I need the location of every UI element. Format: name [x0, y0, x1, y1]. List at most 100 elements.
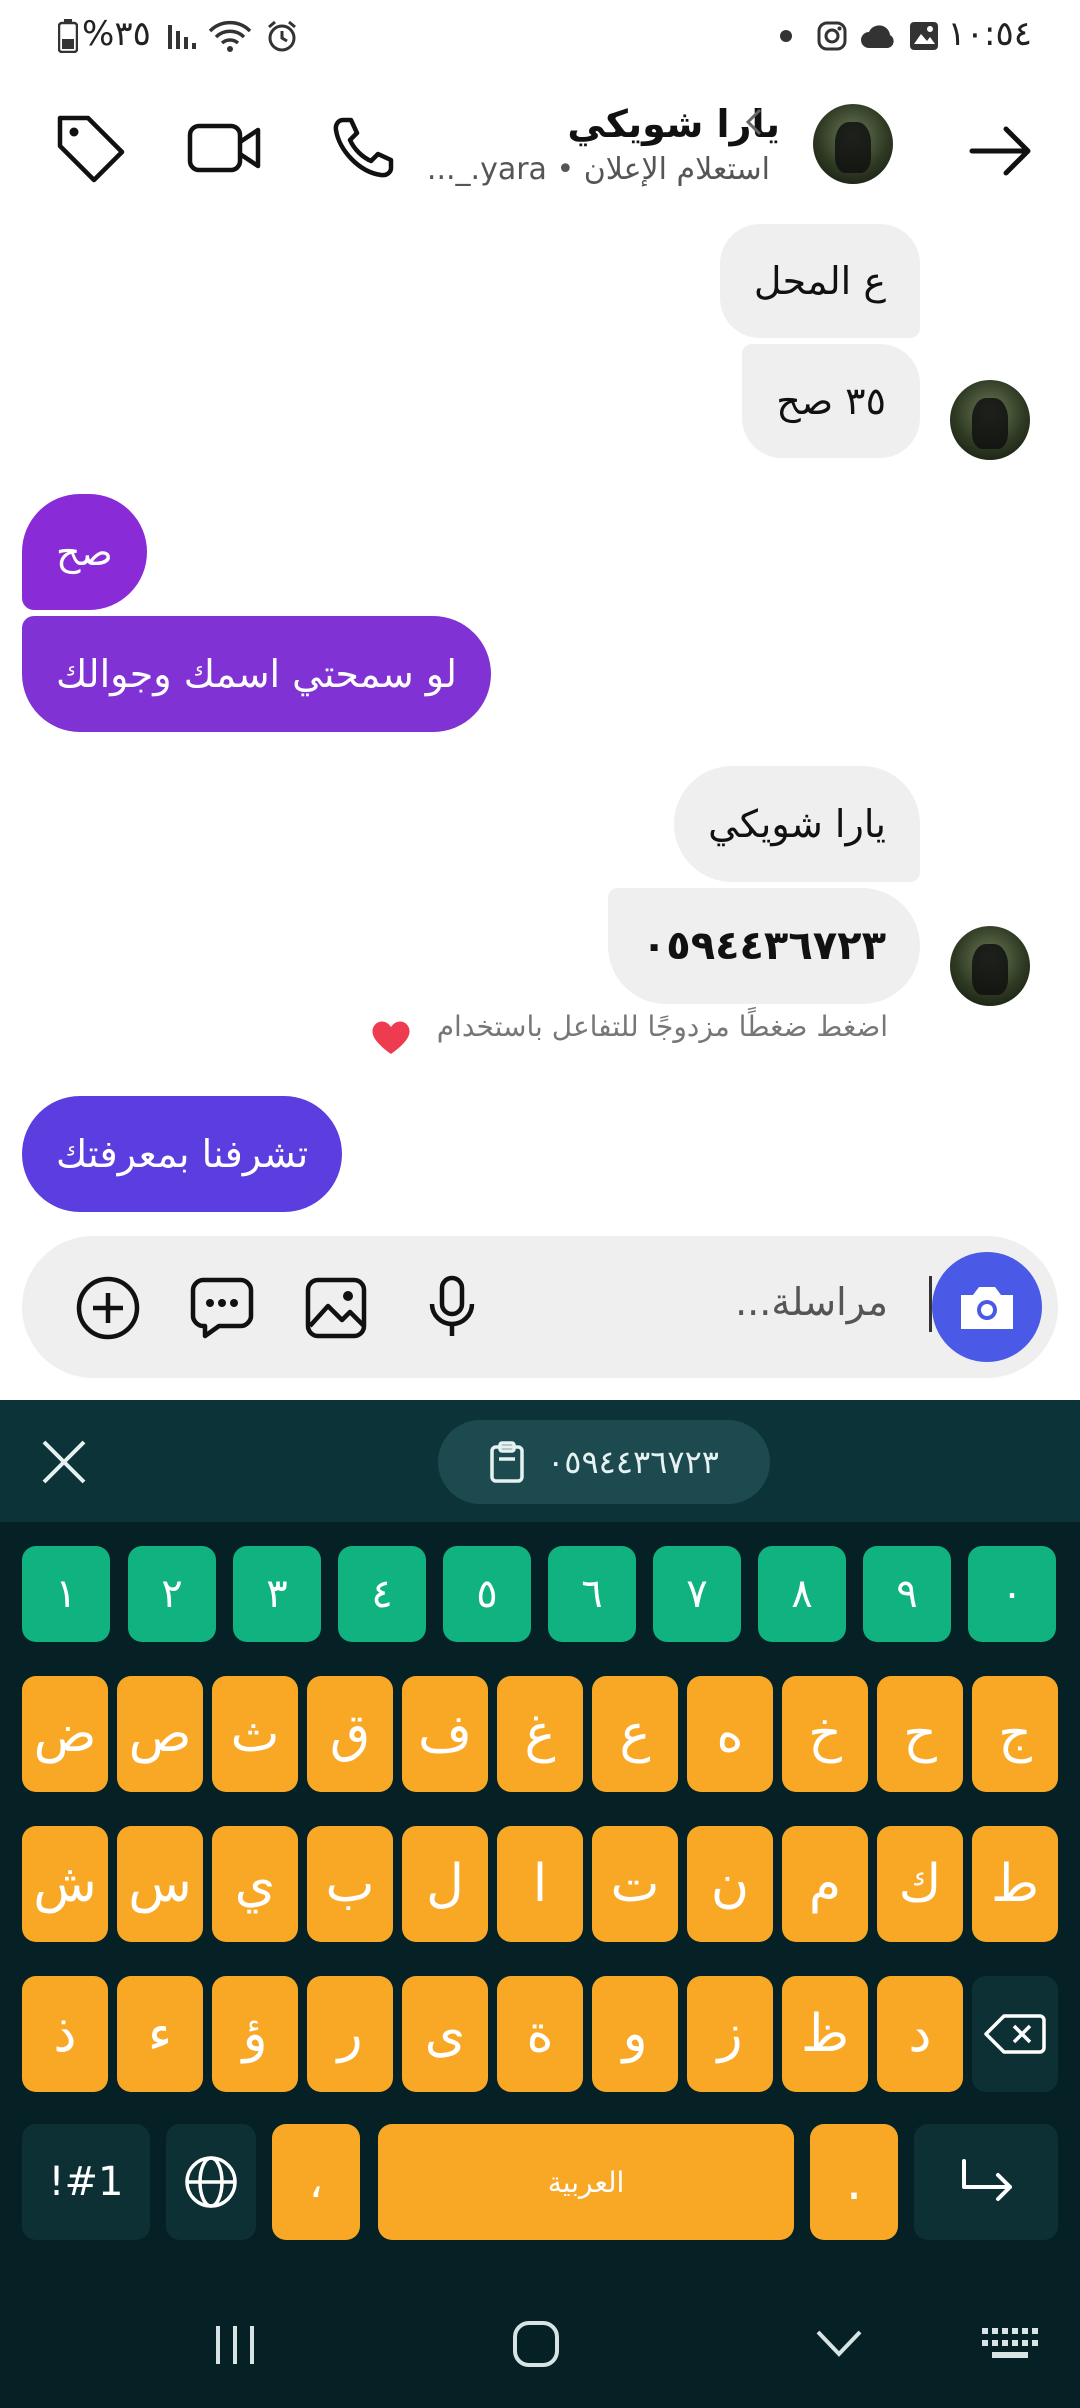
key-letter[interactable]: ي [212, 1826, 298, 1942]
message-input[interactable]: مراسلة... [735, 1280, 888, 1324]
key-4[interactable]: ٤ [338, 1546, 426, 1642]
key-letter[interactable]: د [877, 1976, 963, 2092]
keyboard-toolbar: ٠٥٩٤٤٣٦٧٢٣ [0, 1400, 1080, 1522]
message-bubble-received[interactable]: يارا شويكي [674, 766, 920, 882]
chevron-left-icon[interactable] [742, 104, 766, 140]
message-bubble-received[interactable]: ع المحل [719, 224, 920, 338]
sticker-chat-icon[interactable] [188, 1274, 256, 1342]
enter-key[interactable] [914, 2124, 1058, 2240]
reaction-hint: اضغط ضغطًا مزدوجًا للتفاعل باستخدام [436, 1010, 888, 1043]
notification-dot-icon [774, 16, 798, 56]
clipboard-icon [489, 1441, 525, 1483]
sender-avatar[interactable] [950, 926, 1030, 1006]
home-icon[interactable] [510, 2318, 562, 2370]
key-letter[interactable]: ن [687, 1826, 773, 1942]
message-bubble-received[interactable]: ٠٥٩٤٤٣٦٧٢٣ [607, 888, 920, 1004]
text-caret [929, 1276, 932, 1332]
recent-apps-icon[interactable] [210, 2322, 260, 2368]
key-letter[interactable]: ث [212, 1676, 298, 1792]
close-icon[interactable] [38, 1436, 90, 1488]
key-letter[interactable]: ذ [22, 1976, 108, 2092]
microphone-icon[interactable] [418, 1274, 486, 1342]
key-letter[interactable]: ف [402, 1676, 488, 1792]
back-arrow-icon[interactable] [966, 116, 1036, 186]
key-letter[interactable]: غ [497, 1676, 583, 1792]
add-circle-icon[interactable] [74, 1274, 142, 1342]
key-letter[interactable]: ظ [782, 1976, 868, 2092]
gallery-icon [904, 16, 944, 56]
camera-button[interactable] [932, 1252, 1042, 1362]
sender-avatar[interactable] [950, 380, 1030, 460]
message-bubble-sent[interactable]: لو سمحتي اسمك وجوالك [22, 616, 491, 732]
instagram-icon [812, 16, 852, 56]
backspace-key[interactable] [972, 1976, 1058, 2092]
system-navigation-bar [0, 2280, 1080, 2408]
key-letter[interactable]: ب [307, 1826, 393, 1942]
key-3[interactable]: ٣ [233, 1546, 321, 1642]
key-letter[interactable]: ل [402, 1826, 488, 1942]
key-0[interactable]: ٠ [968, 1546, 1056, 1642]
phone-call-icon[interactable] [325, 110, 401, 186]
message-composer: مراسلة... [22, 1236, 1058, 1378]
globe-icon [183, 2154, 239, 2210]
key-letter[interactable]: ؤ [212, 1976, 298, 2092]
clipboard-text: ٠٥٩٤٤٣٦٧٢٣ [547, 1443, 719, 1481]
backspace-icon [984, 2012, 1046, 2056]
contact-subtitle: استعلام الإعلان • yara._... [426, 152, 770, 187]
key-6[interactable]: ٦ [548, 1546, 636, 1642]
key-letter[interactable]: ر [307, 1976, 393, 2092]
space-key[interactable]: العربية [378, 2124, 794, 2240]
chat-header: يارا شويكي استعلام الإعلان • yara._... [0, 80, 1080, 210]
tag-icon[interactable] [52, 110, 128, 186]
gallery-icon[interactable] [302, 1274, 370, 1342]
battery-icon [56, 16, 80, 56]
key-letter[interactable]: ى [402, 1976, 488, 2092]
key-letter[interactable]: م [782, 1826, 868, 1942]
key-letter[interactable]: ق [307, 1676, 393, 1792]
key-letter[interactable]: ج [972, 1676, 1058, 1792]
message-bubble-received[interactable]: ٣٥ صح [742, 344, 920, 458]
symbols-key[interactable]: !#1 [22, 2124, 150, 2240]
key-5[interactable]: ٥ [443, 1546, 531, 1642]
key-letter[interactable]: ك [877, 1826, 963, 1942]
key-8[interactable]: ٨ [758, 1546, 846, 1642]
cloud-icon [858, 16, 898, 56]
camera-icon [955, 1279, 1019, 1335]
battery-percent: %٣٥ [82, 14, 151, 54]
enter-arrow-icon [954, 2157, 1018, 2207]
key-letter[interactable]: ط [972, 1826, 1058, 1942]
message-bubble-sent[interactable]: صح [22, 494, 147, 610]
key-letter[interactable]: ه [687, 1676, 773, 1792]
video-call-icon[interactable] [184, 110, 264, 186]
message-bubble-sent[interactable]: تشرفنا بمعرفتك [22, 1096, 343, 1212]
contact-avatar[interactable] [813, 104, 893, 184]
key-7[interactable]: ٧ [653, 1546, 741, 1642]
key-9[interactable]: ٩ [863, 1546, 951, 1642]
status-bar: ١٠:٥٤ %٣٥ [0, 0, 1080, 72]
language-key[interactable] [166, 2124, 256, 2240]
key-letter[interactable]: ص [117, 1676, 203, 1792]
comma-key[interactable]: ، [272, 2124, 360, 2240]
key-letter[interactable]: س [117, 1826, 203, 1942]
key-1[interactable]: ١ [22, 1546, 110, 1642]
key-letter[interactable]: ض [22, 1676, 108, 1792]
key-letter[interactable]: خ [782, 1676, 868, 1792]
period-key[interactable]: . [810, 2124, 898, 2240]
alarm-icon [262, 16, 302, 56]
key-letter[interactable]: ة [497, 1976, 583, 2092]
key-letter[interactable]: ت [592, 1826, 678, 1942]
keyboard-toggle-icon[interactable] [980, 2326, 1040, 2362]
key-2[interactable]: ٢ [128, 1546, 216, 1642]
key-letter[interactable]: ع [592, 1676, 678, 1792]
key-letter[interactable]: ش [22, 1826, 108, 1942]
chevron-down-icon[interactable] [814, 2324, 864, 2364]
key-letter[interactable]: ز [687, 1976, 773, 2092]
keyboard: ٠٥٩٤٤٣٦٧٢٣ ١ ٢ ٣ ٤ ٥ ٦ ٧ ٨ ٩ ٠ ض ص ث ق ف… [0, 1400, 1080, 2408]
heart-icon [370, 1018, 412, 1056]
key-letter[interactable]: و [592, 1976, 678, 2092]
signal-icon [164, 16, 200, 56]
key-letter[interactable]: ح [877, 1676, 963, 1792]
key-letter[interactable]: ا [497, 1826, 583, 1942]
clipboard-suggestion[interactable]: ٠٥٩٤٤٣٦٧٢٣ [438, 1420, 770, 1504]
key-letter[interactable]: ء [117, 1976, 203, 2092]
